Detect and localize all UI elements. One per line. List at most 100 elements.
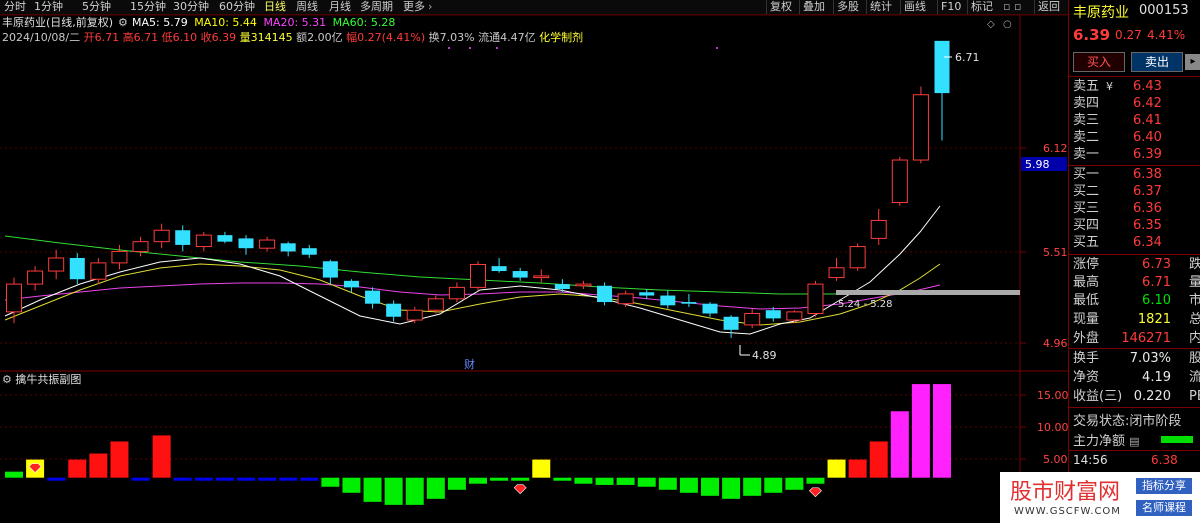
candle-body[interactable] bbox=[575, 283, 592, 287]
stat-label: 换手 bbox=[1073, 351, 1100, 366]
tick-price: 6.38 bbox=[1151, 453, 1178, 467]
ohlc-info-line: 2024/10/08/二 开6.71 高6.71 低6.10 收6.39 量31… bbox=[2, 32, 583, 44]
candle-body[interactable] bbox=[554, 284, 570, 290]
bid-label: 买五 bbox=[1073, 235, 1100, 250]
candle-body[interactable] bbox=[343, 280, 359, 288]
candle-body[interactable] bbox=[386, 303, 402, 317]
indicator-bar bbox=[131, 477, 150, 481]
indicator-settings-icon[interactable]: ⚙ bbox=[2, 373, 12, 386]
divider-status bbox=[1069, 407, 1200, 408]
candle-body[interactable] bbox=[365, 290, 381, 304]
diamond-signal-icon bbox=[809, 487, 822, 498]
candle-body[interactable] bbox=[702, 303, 718, 314]
candle-body[interactable] bbox=[217, 235, 233, 242]
candle-body[interactable] bbox=[153, 229, 170, 243]
indicator-bar bbox=[890, 411, 909, 478]
bid-row-3: 买三 6.36 bbox=[1073, 201, 1200, 217]
candle-body[interactable] bbox=[765, 310, 781, 319]
current-price-tag: 5.98 bbox=[1025, 158, 1050, 171]
indicator-bar bbox=[237, 477, 255, 481]
indicator-bar bbox=[679, 477, 698, 493]
candle-body[interactable] bbox=[786, 311, 803, 321]
candle-body[interactable] bbox=[238, 238, 254, 249]
candle-body[interactable] bbox=[6, 283, 22, 313]
volume-label: 量314145 bbox=[239, 31, 293, 44]
indicator-bar bbox=[321, 477, 340, 487]
candle-body[interactable] bbox=[322, 261, 338, 278]
ask-label: 卖五 bbox=[1073, 79, 1100, 94]
candle-body[interactable] bbox=[597, 285, 613, 303]
candle-body[interactable] bbox=[48, 257, 65, 272]
sell-button[interactable]: 卖出 bbox=[1131, 52, 1183, 72]
settings-gear-icon[interactable]: ⚙ bbox=[118, 17, 128, 29]
stat-value: 1821 bbox=[1137, 312, 1171, 327]
candle-body[interactable] bbox=[723, 316, 739, 330]
candle-body[interactable] bbox=[533, 275, 550, 279]
candle-body[interactable] bbox=[448, 286, 465, 300]
candle-body[interactable] bbox=[301, 248, 317, 255]
candle-body[interactable] bbox=[491, 266, 507, 272]
indicator-bar bbox=[785, 477, 804, 490]
candle-body[interactable] bbox=[111, 250, 128, 264]
candle-body[interactable] bbox=[175, 230, 191, 245]
stat-label: 现量 bbox=[1073, 312, 1100, 327]
candle-body[interactable] bbox=[891, 159, 908, 203]
ma-legend: MA5: 5.79 MA10: 5.44 MA20: 5.31 MA60: 5.… bbox=[132, 17, 395, 29]
candle-body[interactable] bbox=[912, 94, 929, 161]
stat-high: 最高 6.71 量 bbox=[1073, 274, 1200, 292]
finance-marker[interactable]: 财 bbox=[464, 357, 475, 371]
candle-body[interactable] bbox=[69, 257, 85, 280]
stat-value: 6.10 bbox=[1142, 293, 1171, 308]
candle-body[interactable] bbox=[280, 243, 296, 252]
ask-price: 6.40 bbox=[1133, 130, 1162, 145]
indicator-bar bbox=[215, 477, 234, 481]
indicator-bar bbox=[384, 477, 403, 505]
candle-body[interactable] bbox=[681, 302, 697, 304]
bid-label: 买四 bbox=[1073, 218, 1100, 233]
stat-current-volume: 现量 1821 总 bbox=[1073, 311, 1200, 329]
stat-extra: 跌 bbox=[1189, 256, 1200, 274]
stat-value: 6.73 bbox=[1142, 257, 1171, 272]
candle-body[interactable] bbox=[90, 262, 107, 280]
candle-body[interactable] bbox=[617, 293, 634, 305]
candle-body[interactable] bbox=[828, 267, 845, 279]
divider-time bbox=[1069, 450, 1200, 451]
kline-chart[interactable]: 6.71 4.89 5.24 - 5.28 财 6.12 5.51 4.96 5… bbox=[0, 0, 1068, 523]
indicator-bar bbox=[743, 477, 762, 496]
candle-body[interactable] bbox=[639, 292, 655, 296]
indicator-bar bbox=[5, 471, 23, 478]
stock-code: 000153 bbox=[1139, 3, 1189, 18]
indicator-bar bbox=[258, 477, 277, 481]
candle-body[interactable] bbox=[849, 246, 866, 269]
candle-body[interactable] bbox=[870, 219, 887, 239]
candle-body[interactable] bbox=[512, 271, 528, 278]
buy-button[interactable]: 买入 bbox=[1073, 52, 1125, 72]
candle-body[interactable] bbox=[132, 241, 149, 252]
candle-body[interactable] bbox=[934, 40, 950, 94]
candle-body[interactable] bbox=[660, 295, 676, 306]
candle-body[interactable] bbox=[259, 239, 276, 249]
list-icon[interactable]: ▤ bbox=[1129, 435, 1139, 448]
indicator-axis-label-15: 15.00 bbox=[1037, 389, 1068, 402]
candle-body[interactable] bbox=[807, 283, 824, 314]
candle-body[interactable] bbox=[195, 234, 212, 248]
candle-body[interactable] bbox=[427, 298, 444, 311]
ask-price: 6.43 bbox=[1133, 79, 1162, 94]
candle-body[interactable] bbox=[744, 312, 761, 326]
more-button[interactable]: ▸ bbox=[1185, 54, 1200, 70]
close-label: 收6.39 bbox=[200, 31, 237, 44]
divider-asks bbox=[1069, 76, 1200, 77]
circle-outline-icon[interactable]: ○ bbox=[1003, 19, 1012, 30]
stat-extra: 流 bbox=[1189, 369, 1200, 387]
stock-change-pct: 4.41% bbox=[1147, 28, 1186, 42]
indicator-bar bbox=[764, 477, 783, 493]
candle-body[interactable] bbox=[470, 264, 486, 288]
chart-title: 丰原药业(日线,前复权) bbox=[2, 16, 114, 29]
diamond-outline-icon[interactable]: ◇ bbox=[987, 19, 995, 30]
indicator-bar bbox=[911, 384, 930, 478]
candle-body[interactable] bbox=[406, 309, 423, 321]
candle-body[interactable] bbox=[27, 270, 44, 285]
turnover-label: 换7.03% bbox=[428, 31, 475, 44]
ask-row-4: 卖四 6.42 bbox=[1073, 96, 1200, 112]
indicator-title-text: 擒牛共振副图 bbox=[15, 373, 82, 386]
